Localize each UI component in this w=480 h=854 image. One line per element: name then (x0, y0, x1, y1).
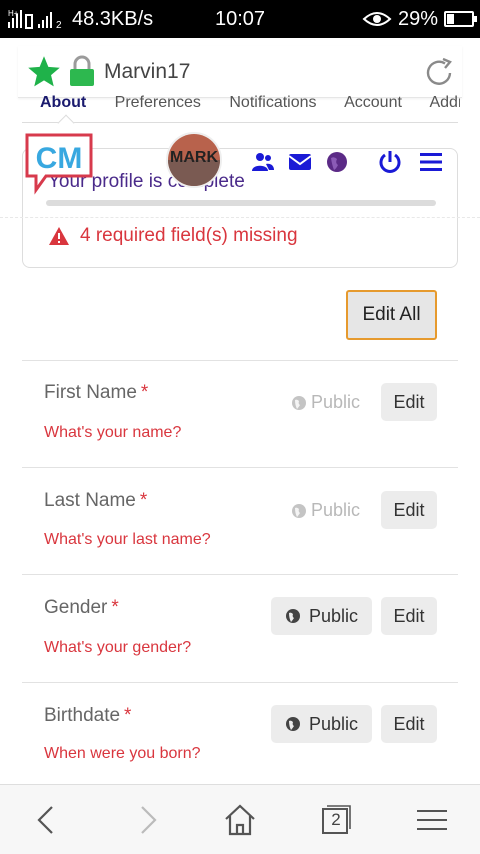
home-icon[interactable] (223, 803, 257, 837)
birthdate-label: Birthdate * (44, 705, 132, 726)
address-bar[interactable]: Marvin17 (18, 46, 462, 98)
birthdate-edit-button[interactable]: Edit (381, 705, 437, 743)
row-divider (22, 467, 458, 468)
globe-icon (286, 717, 300, 731)
required-marker: * (139, 490, 148, 511)
browser-toolbar: 2 (0, 784, 480, 854)
url-text[interactable]: Marvin17 (104, 60, 190, 84)
profile-progress-bar (46, 200, 436, 206)
globe-icon[interactable] (325, 150, 349, 174)
last-name-edit-button[interactable]: Edit (381, 491, 437, 529)
forward-icon[interactable] (130, 803, 164, 837)
battery-icon (444, 11, 477, 27)
row-divider (22, 574, 458, 575)
users-icon[interactable] (251, 150, 275, 174)
screen: H+ 2 48.3KB/s 10:07 29% Marvin17 About P… (0, 0, 480, 854)
tabs-divider (22, 122, 458, 123)
cm-logo[interactable]: CM (24, 132, 94, 196)
required-marker: * (140, 382, 149, 403)
warning-text: 4 required field(s) missing (80, 225, 298, 246)
dotted-divider (0, 217, 480, 218)
first-name-label: First Name * (44, 382, 149, 403)
hamburger-menu-icon[interactable] (419, 150, 443, 174)
gender-label: Gender * (44, 597, 119, 618)
tabs-icon[interactable]: 2 (319, 803, 353, 837)
first-name-edit-button[interactable]: Edit (381, 383, 437, 421)
svg-text:CM: CM (36, 142, 83, 175)
globe-icon (286, 609, 300, 623)
globe-icon (292, 503, 306, 518)
row-divider (22, 682, 458, 683)
tab-addresses[interactable]: Addresses (429, 94, 460, 111)
power-icon[interactable] (378, 150, 402, 174)
profile-tabs: About Preferences Notifications Account … (40, 94, 460, 112)
bookmark-star-icon[interactable] (26, 54, 62, 90)
globe-icon (292, 395, 306, 410)
svg-text:MARK: MARK (170, 149, 218, 166)
gender-visibility-button[interactable]: Public (271, 597, 373, 635)
required-marker: * (111, 597, 119, 618)
eye-icon (362, 12, 392, 26)
tab-account[interactable]: Account (344, 94, 402, 111)
first-name-hint[interactable]: What's your name? (44, 424, 181, 442)
status-bar: H+ 2 48.3KB/s 10:07 29% (0, 0, 480, 38)
gender-hint[interactable]: What's your gender? (44, 639, 191, 657)
tab-about[interactable]: About (40, 94, 86, 111)
tab-caret (57, 114, 75, 132)
gender-edit-button[interactable]: Edit (381, 597, 437, 635)
reload-icon[interactable] (422, 56, 456, 90)
warning-icon (49, 227, 69, 245)
tab-count: 2 (331, 810, 341, 829)
first-name-visibility: Public (291, 392, 360, 413)
tab-preferences[interactable]: Preferences (115, 94, 201, 111)
last-name-visibility: Public (291, 500, 360, 521)
required-marker: * (124, 705, 132, 726)
last-name-label: Last Name * (44, 490, 148, 511)
menu-icon[interactable] (415, 803, 449, 837)
back-icon[interactable] (30, 803, 64, 837)
last-name-hint[interactable]: What's your last name? (44, 531, 211, 549)
avatar[interactable]: MARK (166, 132, 222, 188)
battery-percent: 29% (397, 7, 438, 30)
tab-notifications[interactable]: Notifications (229, 94, 316, 111)
birthdate-visibility-button[interactable]: Public (271, 705, 373, 743)
mail-icon[interactable] (288, 150, 312, 174)
missing-fields-warning: 4 required field(s) missing (48, 225, 298, 247)
lock-icon (70, 55, 94, 86)
birthdate-hint[interactable]: When were you born? (44, 745, 201, 763)
row-divider (22, 360, 458, 361)
edit-all-button[interactable]: Edit All (346, 290, 437, 340)
